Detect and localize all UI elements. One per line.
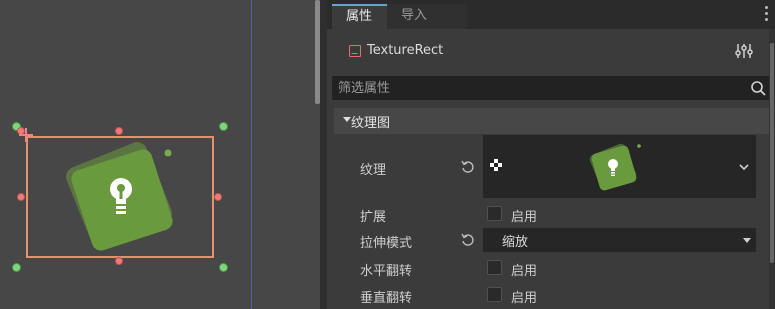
property-stretch-mode: 拉伸模式 缩放 xyxy=(334,228,770,252)
section-label: 纹理图 xyxy=(351,116,391,131)
resize-handle-top[interactable] xyxy=(115,127,123,135)
texture-thumbnail xyxy=(589,143,641,191)
tune-icon[interactable] xyxy=(735,43,753,59)
expand-checkbox-label[interactable]: 启用 xyxy=(511,206,537,225)
inspector-tabbar: 属性 导入 xyxy=(327,0,775,29)
revert-icon[interactable] xyxy=(461,233,475,247)
property-flip-h: 水平翻转 启用 xyxy=(334,256,770,280)
panel-splitter[interactable] xyxy=(320,0,327,309)
resize-handle-right[interactable] xyxy=(214,193,222,201)
property-texture: 纹理 xyxy=(334,135,770,198)
property-flip-v-label: 垂直翻转 xyxy=(360,291,413,306)
tab-menu-icon[interactable] xyxy=(765,6,769,24)
revert-icon[interactable] xyxy=(461,160,475,174)
flip-v-checkbox-label[interactable]: 启用 xyxy=(511,287,537,306)
stretch-mode-value: 缩放 xyxy=(502,235,529,250)
chevron-down-icon[interactable] xyxy=(739,164,749,170)
flip-v-checkbox[interactable] xyxy=(487,287,502,302)
inspector-panel: 属性 导入 TextureRect 纹理图 纹理 xyxy=(327,0,775,309)
flip-h-checkbox[interactable] xyxy=(487,260,502,275)
filter-properties-input[interactable] xyxy=(332,76,742,100)
checkerboard-icon xyxy=(490,159,502,171)
property-texture-label: 纹理 xyxy=(360,163,387,178)
resize-handle-left[interactable] xyxy=(17,193,25,201)
flip-h-checkbox-label[interactable]: 启用 xyxy=(511,260,537,279)
expand-checkbox[interactable] xyxy=(487,206,502,221)
texture-resource-picker[interactable] xyxy=(483,135,756,198)
property-flip-h-label: 水平翻转 xyxy=(360,264,413,279)
expand-arrow-icon xyxy=(343,117,351,122)
selection-rect[interactable] xyxy=(26,136,214,258)
property-expand: 扩展 启用 xyxy=(334,202,770,226)
viewport-guide-line xyxy=(251,0,252,309)
resize-handle-bottom[interactable] xyxy=(115,257,123,265)
tab-import[interactable]: 导入 xyxy=(387,4,467,29)
resize-handle-bottom-right[interactable] xyxy=(219,263,228,272)
tab-inspector[interactable]: 属性 xyxy=(332,4,387,29)
object-header: TextureRect xyxy=(327,38,775,66)
filter-properties xyxy=(332,76,772,100)
section-texture-header[interactable]: 纹理图 xyxy=(334,108,770,134)
stretch-mode-dropdown[interactable]: 缩放 xyxy=(483,228,756,252)
inspector-scrollbar-thumb[interactable] xyxy=(770,43,774,263)
property-stretch-mode-label: 拉伸模式 xyxy=(360,236,413,251)
object-name[interactable]: TextureRect xyxy=(367,43,443,58)
canvas-viewport[interactable] xyxy=(0,0,320,309)
resize-handle-bottom-left[interactable] xyxy=(12,263,21,272)
property-flip-v: 垂直翻转 启用 xyxy=(334,283,770,307)
search-icon[interactable] xyxy=(750,80,766,96)
pivot-crosshair[interactable] xyxy=(19,128,33,142)
property-expand-label: 扩展 xyxy=(360,210,387,225)
inspector-scrollbar[interactable] xyxy=(769,29,775,309)
resize-handle-top-right[interactable] xyxy=(219,122,228,131)
dropdown-arrow-icon xyxy=(743,238,751,243)
texture-rect-node-icon xyxy=(349,45,361,57)
